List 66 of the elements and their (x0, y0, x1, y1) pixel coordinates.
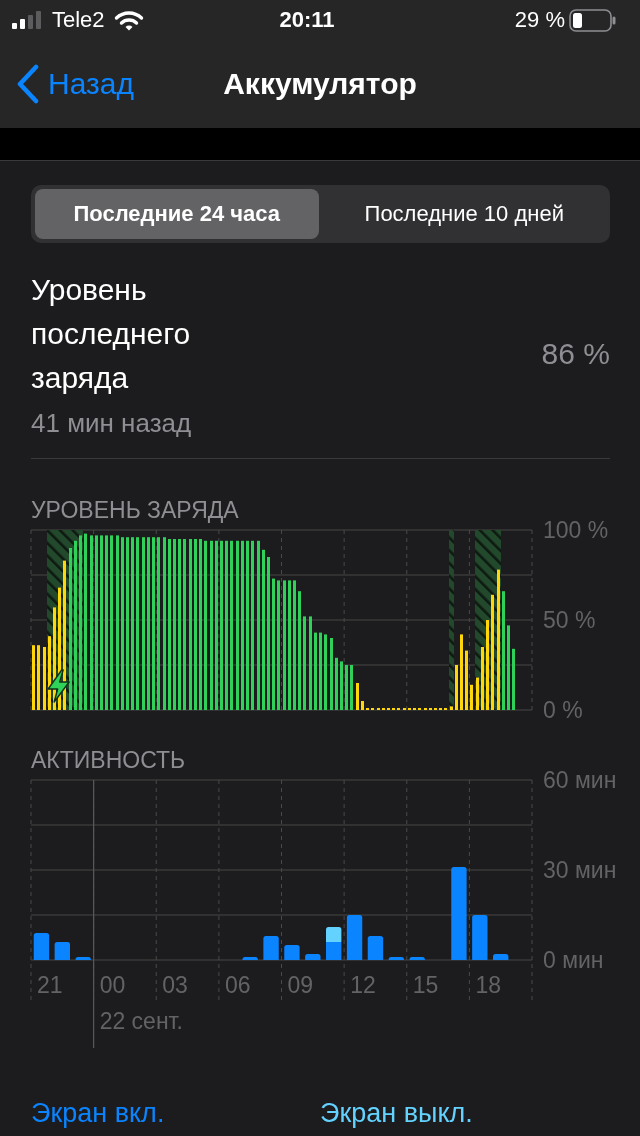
battery-level-bar (43, 647, 46, 710)
activity-bar (326, 927, 342, 942)
activity-bar (33, 933, 50, 960)
back-button[interactable]: Назад (16, 64, 134, 104)
lightning-icon (47, 669, 70, 703)
x-axis-label: 06 (224, 972, 251, 998)
y-axis-label: 30 мин (543, 857, 617, 883)
segment-tab[interactable]: Последние 24 часа (35, 189, 319, 239)
battery-percentage: 29 % (514, 7, 565, 33)
battery-level-bar (361, 701, 364, 710)
x-axis-label: 09 (287, 972, 314, 998)
battery-icon (569, 8, 616, 32)
battery-level-bar (455, 665, 458, 710)
legend-label: Экран вкл. (31, 1097, 166, 1129)
battery-level-bar (470, 684, 473, 710)
activity-bar (388, 957, 404, 960)
activity-bar (263, 936, 279, 960)
activity-bar (326, 942, 342, 960)
activity-bar (367, 936, 384, 960)
x-axis-label: 12 (350, 972, 376, 998)
x-axis-label: 15 (412, 972, 439, 998)
y-axis-label: 50 % (543, 607, 596, 633)
activity-bar (305, 954, 321, 960)
page-title: Аккумулятор (223, 66, 417, 102)
chart-title: УРОВЕНЬ ЗАРЯДА (31, 497, 240, 523)
activity-bar (346, 915, 363, 960)
battery-level-bar (32, 645, 35, 710)
last-charge-time: 41 мин назад (31, 407, 193, 440)
carrier-label: Tele2 (52, 7, 105, 33)
activity-bar (242, 957, 258, 960)
last-charge-value: 86 % (541, 336, 610, 372)
x-axis-label: 21 (37, 972, 63, 998)
y-axis-label: 0 мин (543, 947, 604, 973)
chart-title: АКТИВНОСТЬ (31, 747, 187, 773)
battery-level-bar (481, 647, 484, 710)
battery-level-bar (465, 650, 468, 710)
battery-level-bar (340, 661, 343, 710)
activity-bar (75, 957, 91, 960)
battery-level-bar (356, 683, 359, 710)
legend-label: Экран выкл. (320, 1097, 473, 1129)
activity-bar (493, 954, 509, 960)
battery-level-bar (345, 665, 348, 710)
date-label: 22 сент. (99, 1008, 183, 1034)
chevron-left-icon (16, 64, 40, 104)
x-axis-label: 03 (162, 972, 188, 998)
activity-bar (54, 942, 70, 960)
y-axis-label: 0 % (543, 697, 583, 723)
signal-icon (12, 11, 43, 29)
activity-bar (409, 957, 425, 960)
wifi-icon (113, 9, 144, 31)
y-axis-label: 60 мин (543, 767, 617, 793)
last-charge-label: Уровень последнего заряда (31, 272, 192, 396)
battery-level-bar (512, 648, 515, 710)
battery-level-bar (330, 638, 333, 710)
battery-level-bar (476, 677, 479, 710)
activity-bar (284, 945, 300, 960)
battery-level-bar (450, 706, 453, 710)
x-axis-label: 18 (475, 972, 501, 998)
y-axis-label: 100 % (543, 517, 609, 543)
segment-tab[interactable]: Последние 10 дней (322, 189, 606, 239)
x-axis-label: 00 (99, 972, 126, 998)
battery-level-bar (335, 657, 338, 710)
battery-level-bar (37, 645, 40, 710)
status-time: 20:11 (279, 7, 335, 33)
battery-level-bar (350, 665, 353, 710)
activity-bar (472, 915, 488, 960)
